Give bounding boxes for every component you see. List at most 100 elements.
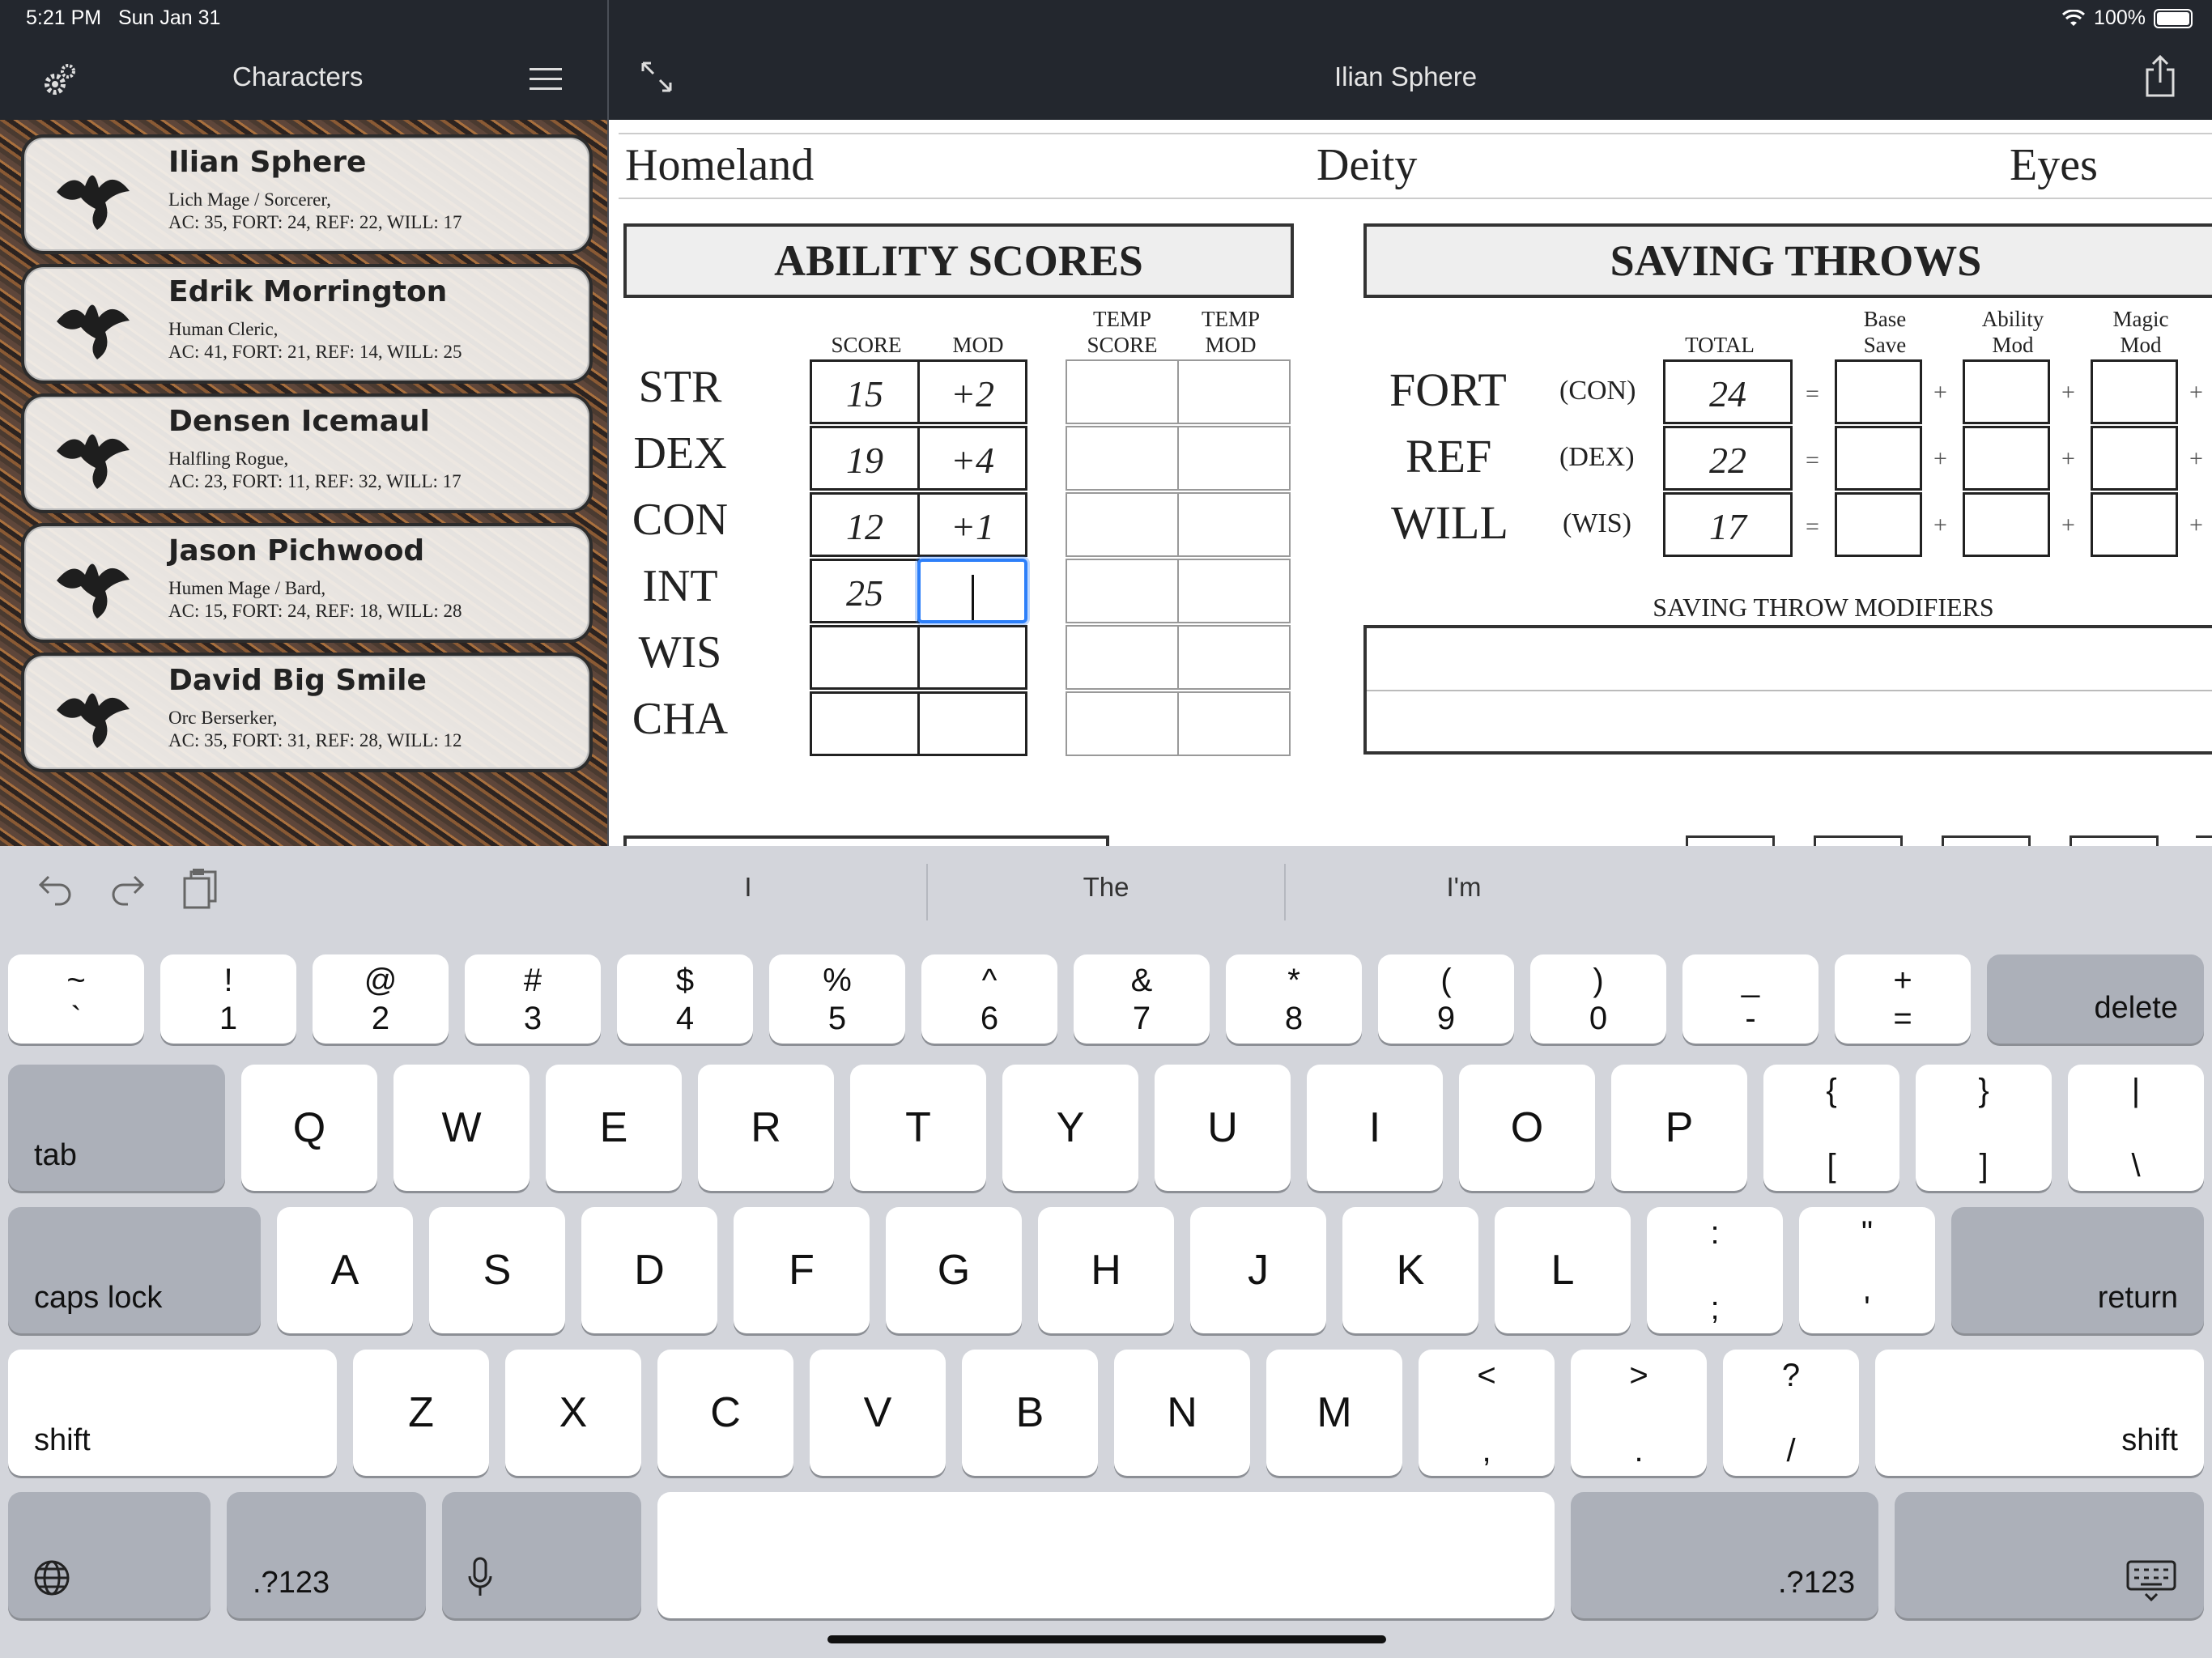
ability-mod-input-active[interactable] <box>917 559 1027 623</box>
letter-key[interactable]: Q <box>241 1065 377 1191</box>
number-key[interactable]: (9 <box>1378 954 1514 1044</box>
character-card[interactable]: Ilian Sphere Lich Mage / Sorcerer, AC: 3… <box>21 134 593 254</box>
character-list[interactable]: Ilian Sphere Lich Mage / Sorcerer, AC: 3… <box>0 120 607 846</box>
dictation-key[interactable] <box>442 1492 641 1618</box>
symbol-key[interactable]: <, <box>1419 1350 1555 1476</box>
temp-mod-cell[interactable] <box>1177 625 1291 690</box>
magic-mod-save-cell[interactable] <box>2091 492 2178 557</box>
number-key[interactable]: & 7 <box>1074 954 1210 1044</box>
letter-key[interactable]: U <box>1155 1065 1291 1191</box>
ability-score-cell[interactable]: 25 <box>810 559 920 623</box>
letter-key[interactable]: V <box>810 1350 946 1476</box>
number-key[interactable]: _ - <box>1682 954 1819 1044</box>
gears-icon[interactable] <box>42 62 78 97</box>
letter-key[interactable]: R <box>698 1065 834 1191</box>
ability-score-cell[interactable] <box>810 691 920 756</box>
letter-key[interactable]: I <box>1307 1065 1443 1191</box>
symbol-key[interactable]: | \ <box>2068 1065 2204 1191</box>
number-key[interactable]: * 8 <box>1226 954 1362 1044</box>
base-save-cell[interactable] <box>1835 492 1922 557</box>
saving-throw-modifiers-box[interactable] <box>1363 625 2212 755</box>
letter-key[interactable]: D <box>581 1207 717 1333</box>
letter-key[interactable]: O <box>1459 1065 1595 1191</box>
number-key[interactable]: @2 <box>313 954 449 1044</box>
save-total-cell[interactable]: 24 <box>1663 359 1793 424</box>
keyboard[interactable]: I The I'm delete tab caps lock return sh… <box>0 846 2212 1658</box>
ability-mod-save-cell[interactable] <box>1963 492 2050 557</box>
temp-mod-cell[interactable] <box>1177 359 1291 424</box>
number-key[interactable]: % 5 <box>769 954 905 1044</box>
temp-score-cell[interactable] <box>1066 359 1179 424</box>
letter-key[interactable]: F <box>734 1207 870 1333</box>
letter-key[interactable]: L <box>1495 1207 1631 1333</box>
symbol-key[interactable]: :; <box>1647 1207 1783 1333</box>
undo-icon[interactable] <box>37 874 73 906</box>
temp-mod-cell[interactable] <box>1177 426 1291 491</box>
letter-key[interactable]: J <box>1190 1207 1326 1333</box>
ability-score-cell[interactable]: 12 <box>810 492 920 557</box>
number-key[interactable]: ) 0 <box>1530 954 1666 1044</box>
paste-icon[interactable] <box>183 869 219 909</box>
symbol-key[interactable]: {[ <box>1763 1065 1899 1191</box>
ability-mod-cell[interactable]: +4 <box>917 426 1027 491</box>
ability-mod-cell[interactable]: +2 <box>917 359 1027 424</box>
tab-key[interactable]: tab <box>8 1065 225 1191</box>
numbers-key-right[interactable]: .?123 <box>1571 1492 1878 1618</box>
letter-key[interactable]: G <box>886 1207 1022 1333</box>
character-card[interactable]: Edrik Morrington Human Cleric, AC: 41, F… <box>21 264 593 384</box>
ability-mod-cell[interactable] <box>917 691 1027 756</box>
character-card[interactable]: Densen Icemaul Halfling Rogue, AC: 23, F… <box>21 393 593 513</box>
delete-key[interactable]: delete <box>1987 954 2204 1044</box>
temp-score-cell[interactable] <box>1066 625 1179 690</box>
letter-key[interactable]: C <box>657 1350 793 1476</box>
letter-key[interactable]: B <box>962 1350 1098 1476</box>
ability-mod-cell[interactable]: +1 <box>917 492 1027 557</box>
temp-score-cell[interactable] <box>1066 492 1179 557</box>
letter-key[interactable]: M <box>1266 1350 1402 1476</box>
caps-lock-key[interactable]: caps lock <box>8 1207 261 1333</box>
temp-mod-cell[interactable] <box>1177 691 1291 756</box>
character-card[interactable]: David Big Smile Orc Berserker, AC: 35, F… <box>21 653 593 772</box>
base-save-cell[interactable] <box>1835 426 1922 491</box>
symbol-key[interactable]: ? / <box>1723 1350 1859 1476</box>
number-key[interactable]: #3 <box>465 954 601 1044</box>
ability-mod-save-cell[interactable] <box>1963 426 2050 491</box>
save-total-cell[interactable]: 17 <box>1663 492 1793 557</box>
number-key[interactable]: ! 1 <box>160 954 296 1044</box>
ability-mod-cell[interactable] <box>917 625 1027 690</box>
magic-mod-save-cell[interactable] <box>2091 359 2178 424</box>
save-total-cell[interactable]: 22 <box>1663 426 1793 491</box>
number-key[interactable]: $4 <box>617 954 753 1044</box>
share-icon[interactable] <box>2144 55 2176 97</box>
letter-key[interactable]: W <box>393 1065 530 1191</box>
base-save-cell[interactable] <box>1835 359 1922 424</box>
letter-key[interactable]: Z <box>353 1350 489 1476</box>
number-key[interactable]: ^ 6 <box>921 954 1057 1044</box>
temp-score-cell[interactable] <box>1066 559 1179 623</box>
letter-key[interactable]: H <box>1038 1207 1174 1333</box>
globe-key[interactable] <box>8 1492 211 1618</box>
shift-right-key[interactable]: shift <box>1875 1350 2204 1476</box>
letter-key[interactable]: X <box>505 1350 641 1476</box>
letter-key[interactable]: E <box>546 1065 682 1191</box>
magic-mod-save-cell[interactable] <box>2091 426 2178 491</box>
temp-score-cell[interactable] <box>1066 691 1179 756</box>
letter-key[interactable]: K <box>1342 1207 1478 1333</box>
temp-mod-cell[interactable] <box>1177 559 1291 623</box>
redo-icon[interactable] <box>110 874 146 906</box>
suggestion[interactable]: The <box>928 872 1284 903</box>
temp-mod-cell[interactable] <box>1177 492 1291 557</box>
number-key[interactable]: ~ ` <box>8 954 144 1044</box>
number-key[interactable]: + = <box>1835 954 1971 1044</box>
symbol-key[interactable]: >. <box>1571 1350 1707 1476</box>
symbol-key[interactable]: }] <box>1916 1065 2052 1191</box>
ability-score-cell[interactable]: 15 <box>810 359 920 424</box>
return-key[interactable]: return <box>1951 1207 2204 1333</box>
ability-score-cell[interactable] <box>810 625 920 690</box>
menu-icon[interactable] <box>530 66 562 92</box>
character-card[interactable]: Jason Pichwood Humen Mage / Bard, AC: 15… <box>21 523 593 643</box>
hide-keyboard-key[interactable] <box>1895 1492 2204 1618</box>
letter-key[interactable]: P <box>1611 1065 1747 1191</box>
suggestion[interactable]: I <box>570 872 926 903</box>
shift-left-key[interactable]: shift <box>8 1350 337 1476</box>
